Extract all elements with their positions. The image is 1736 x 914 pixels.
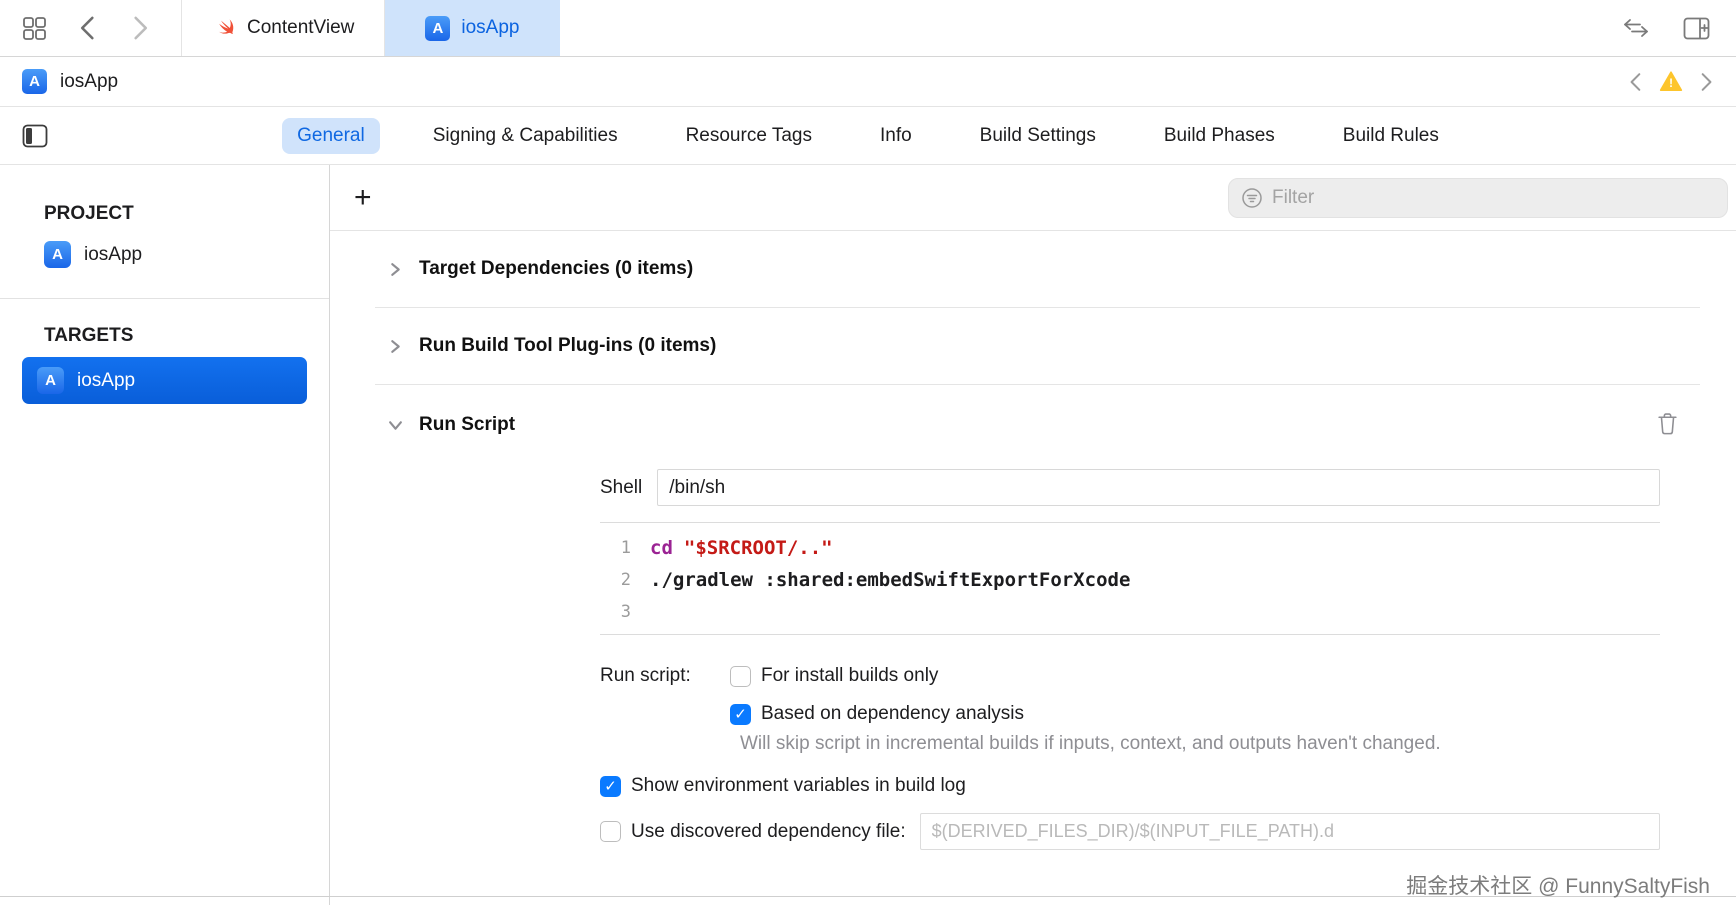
- sidebar-divider: [0, 298, 329, 299]
- tab-resource-tags[interactable]: Resource Tags: [671, 118, 827, 154]
- show-env-label: Show environment variables in build log: [631, 775, 966, 797]
- filter-input[interactable]: [1272, 187, 1715, 209]
- project-targets-sidebar: PROJECT iosApp TARGETS iosApp: [0, 165, 330, 905]
- back-chevron-icon[interactable]: [77, 15, 99, 41]
- content-toolbar: +: [330, 165, 1736, 231]
- for-install-builds-checkbox[interactable]: [730, 666, 751, 687]
- code-keyword: cd: [650, 537, 673, 559]
- app-target-icon: [44, 241, 71, 268]
- dep-file-row: Use discovered dependency file:: [600, 813, 1660, 850]
- section-target-dependencies[interactable]: Target Dependencies (0 items): [330, 231, 1736, 307]
- previous-issue-chevron-icon[interactable]: [1628, 72, 1644, 92]
- sidebar-toggle-icon[interactable]: [22, 124, 48, 148]
- section-run-script[interactable]: Run Script: [330, 385, 1736, 465]
- jumpbar-title[interactable]: iosApp: [60, 71, 118, 93]
- section-title: Target Dependencies (0 items): [419, 258, 693, 280]
- editor-tab-bar: ContentView iosApp: [0, 0, 1736, 57]
- related-items-grid-icon[interactable]: [22, 16, 47, 41]
- app-target-icon: [425, 16, 450, 41]
- chevron-right-icon: [388, 339, 410, 354]
- sidebar-target-label: iosApp: [77, 370, 135, 392]
- tab-info[interactable]: Info: [865, 118, 927, 154]
- sidebar-item-project-iosapp[interactable]: iosApp: [0, 225, 329, 284]
- dep-file-input[interactable]: [920, 813, 1660, 850]
- swift-file-icon: [212, 16, 236, 40]
- code-review-icon[interactable]: [1623, 18, 1649, 38]
- script-line: 2 ./gradlew :shared:embedSwiftExportForX…: [600, 564, 1660, 596]
- script-line: 1 cd "$SRCROOT/..": [600, 532, 1660, 564]
- targets-header: TARGETS: [0, 325, 329, 347]
- section-title: Run Build Tool Plug-ins (0 items): [419, 335, 716, 357]
- show-env-checkbox[interactable]: [600, 776, 621, 797]
- dependency-analysis-label: Based on dependency analysis: [761, 703, 1024, 725]
- jump-bar: iosApp !: [0, 57, 1736, 107]
- code-plain: ./gradlew :shared:embedSwiftExportForXco…: [650, 564, 1130, 596]
- code-string: "$SRCROOT/..": [684, 537, 833, 559]
- app-target-icon: [37, 367, 64, 394]
- forward-chevron-icon[interactable]: [129, 15, 151, 41]
- tab-signing-capabilities[interactable]: Signing & Capabilities: [418, 118, 633, 154]
- dep-file-label: Use discovered dependency file:: [631, 821, 906, 843]
- line-number: 1: [600, 532, 650, 564]
- line-number: 2: [600, 564, 650, 596]
- tab-build-rules[interactable]: Build Rules: [1328, 118, 1454, 154]
- project-header: PROJECT: [0, 203, 329, 225]
- chevron-right-icon: [388, 262, 410, 277]
- next-issue-chevron-icon[interactable]: [1698, 72, 1714, 92]
- shell-input[interactable]: [657, 469, 1660, 506]
- build-phases-content: + Target Dependencies (0 items): [330, 165, 1736, 905]
- window-bottom-edge: [0, 896, 1736, 897]
- svg-text:!: !: [1669, 78, 1673, 90]
- tab-contentview-label: ContentView: [247, 17, 354, 39]
- tab-iosapp-label: iosApp: [461, 17, 519, 39]
- add-editor-icon[interactable]: [1683, 17, 1710, 40]
- chevron-down-icon: [388, 418, 410, 433]
- for-install-builds-label: For install builds only: [761, 665, 938, 687]
- script-editor[interactable]: 1 cd "$SRCROOT/.." 2 ./gradlew :shared:em…: [600, 522, 1660, 635]
- script-line: 3: [600, 596, 1660, 628]
- dependency-analysis-row: Based on dependency analysis: [730, 703, 1660, 725]
- dependency-analysis-checkbox[interactable]: [730, 704, 751, 725]
- run-script-details: Shell 1 cd "$SRCROOT/.." 2 ./gradlew :sha…: [600, 469, 1660, 850]
- xcode-window: ContentView iosApp: [0, 0, 1736, 914]
- shell-label: Shell: [600, 477, 642, 499]
- delete-phase-trash-icon[interactable]: [1657, 412, 1678, 438]
- dep-file-checkbox[interactable]: [600, 821, 621, 842]
- warning-icon[interactable]: !: [1659, 71, 1683, 92]
- tab-general[interactable]: General: [282, 118, 380, 154]
- section-title: Run Script: [419, 414, 515, 436]
- tab-iosapp[interactable]: iosApp: [385, 0, 559, 56]
- tab-build-settings[interactable]: Build Settings: [965, 118, 1111, 154]
- sidebar-item-target-iosapp[interactable]: iosApp: [22, 357, 307, 404]
- section-run-build-tool-plugins[interactable]: Run Build Tool Plug-ins (0 items): [330, 308, 1736, 384]
- target-editor-tabs: General Signing & Capabilities Resource …: [0, 107, 1736, 165]
- add-build-phase-button[interactable]: +: [354, 183, 372, 213]
- show-env-row: Show environment variables in build log: [600, 775, 1660, 797]
- filter-field[interactable]: [1228, 178, 1728, 218]
- filter-icon: [1241, 187, 1263, 209]
- dependency-analysis-note: Will skip script in incremental builds i…: [740, 733, 1660, 755]
- app-target-icon: [22, 69, 47, 94]
- sidebar-project-label: iosApp: [84, 244, 142, 266]
- run-script-label: Run script:: [600, 665, 730, 687]
- run-script-options-row: Run script: For install builds only: [600, 665, 1660, 687]
- tab-contentview[interactable]: ContentView: [181, 0, 385, 56]
- tab-build-phases[interactable]: Build Phases: [1149, 118, 1290, 154]
- line-number: 3: [600, 596, 650, 628]
